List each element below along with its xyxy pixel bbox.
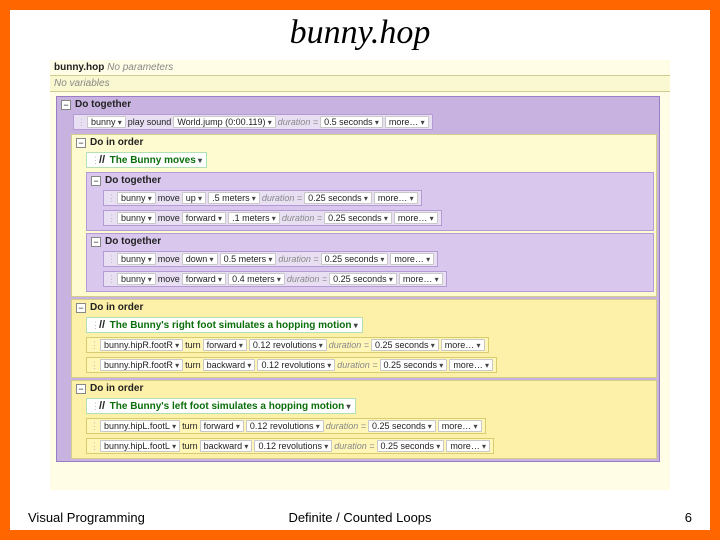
variables-bar: No variables [50, 75, 670, 92]
collapse-icon[interactable]: − [91, 176, 101, 186]
rfoot-turn-fwd-row[interactable]: ⋮⋮ bunny.hipR.footR turn forward 0.12 re… [86, 337, 489, 353]
lfoot-turn-fwd-row[interactable]: ⋮⋮ bunny.hipL.footL turn forward 0.12 re… [86, 418, 486, 434]
move-down-row[interactable]: ⋮⋮ bunny move down 0.5 meters duration =… [103, 251, 438, 267]
rfoot-turn-back-row[interactable]: ⋮⋮ bunny.hipR.footR turn backward 0.12 r… [86, 357, 497, 373]
slide: bunny.hop bunny.hop No parameters No var… [10, 10, 710, 530]
lfoot-turn-back-row[interactable]: ⋮⋮ bunny.hipL.footL turn backward 0.12 r… [86, 438, 494, 454]
collapse-icon[interactable]: − [76, 384, 86, 394]
do-together-up-fwd[interactable]: − Do together ⋮⋮ bunny move up .5 meters… [86, 172, 654, 231]
comment-bunny-moves[interactable]: ⋮// The Bunny moves [86, 152, 207, 168]
slide-title: bunny.hop [10, 10, 710, 54]
method-signature: bunny.hop No parameters [50, 60, 670, 75]
collapse-icon[interactable]: − [76, 303, 86, 313]
do-in-order-rightfoot[interactable]: − Do in order ⋮// The Bunny's right foot… [71, 299, 657, 378]
code-editor: bunny.hop No parameters No variables − D… [50, 60, 670, 490]
move-forward-row[interactable]: ⋮⋮ bunny move forward .1 meters duration… [103, 210, 442, 226]
do-in-order-moves[interactable]: − Do in order ⋮// The Bunny moves − Do t… [71, 134, 657, 297]
play-sound-row[interactable]: ⋮⋮ bunny play sound World.jump (0:00.119… [73, 114, 433, 130]
footer-right: 6 [685, 510, 692, 525]
do-together-outer[interactable]: − Do together ⋮⋮ bunny play sound World.… [56, 96, 660, 462]
move-up-row[interactable]: ⋮⋮ bunny move up .5 meters duration = 0.… [103, 190, 422, 206]
collapse-icon[interactable]: − [61, 100, 71, 110]
collapse-icon[interactable]: − [76, 138, 86, 148]
slide-footer: Visual Programming Definite / Counted Lo… [10, 504, 710, 530]
do-together-down-fwd[interactable]: − Do together ⋮⋮ bunny move down 0.5 met… [86, 233, 654, 292]
footer-center: Definite / Counted Loops [10, 510, 710, 525]
do-in-order-leftfoot[interactable]: − Do in order ⋮// The Bunny's left foot … [71, 380, 657, 459]
collapse-icon[interactable]: − [91, 237, 101, 247]
comment-left-foot[interactable]: ⋮// The Bunny's left foot simulates a ho… [86, 398, 356, 414]
move-forward2-row[interactable]: ⋮⋮ bunny move forward 0.4 meters duratio… [103, 271, 447, 287]
comment-right-foot[interactable]: ⋮// The Bunny's right foot simulates a h… [86, 317, 363, 333]
